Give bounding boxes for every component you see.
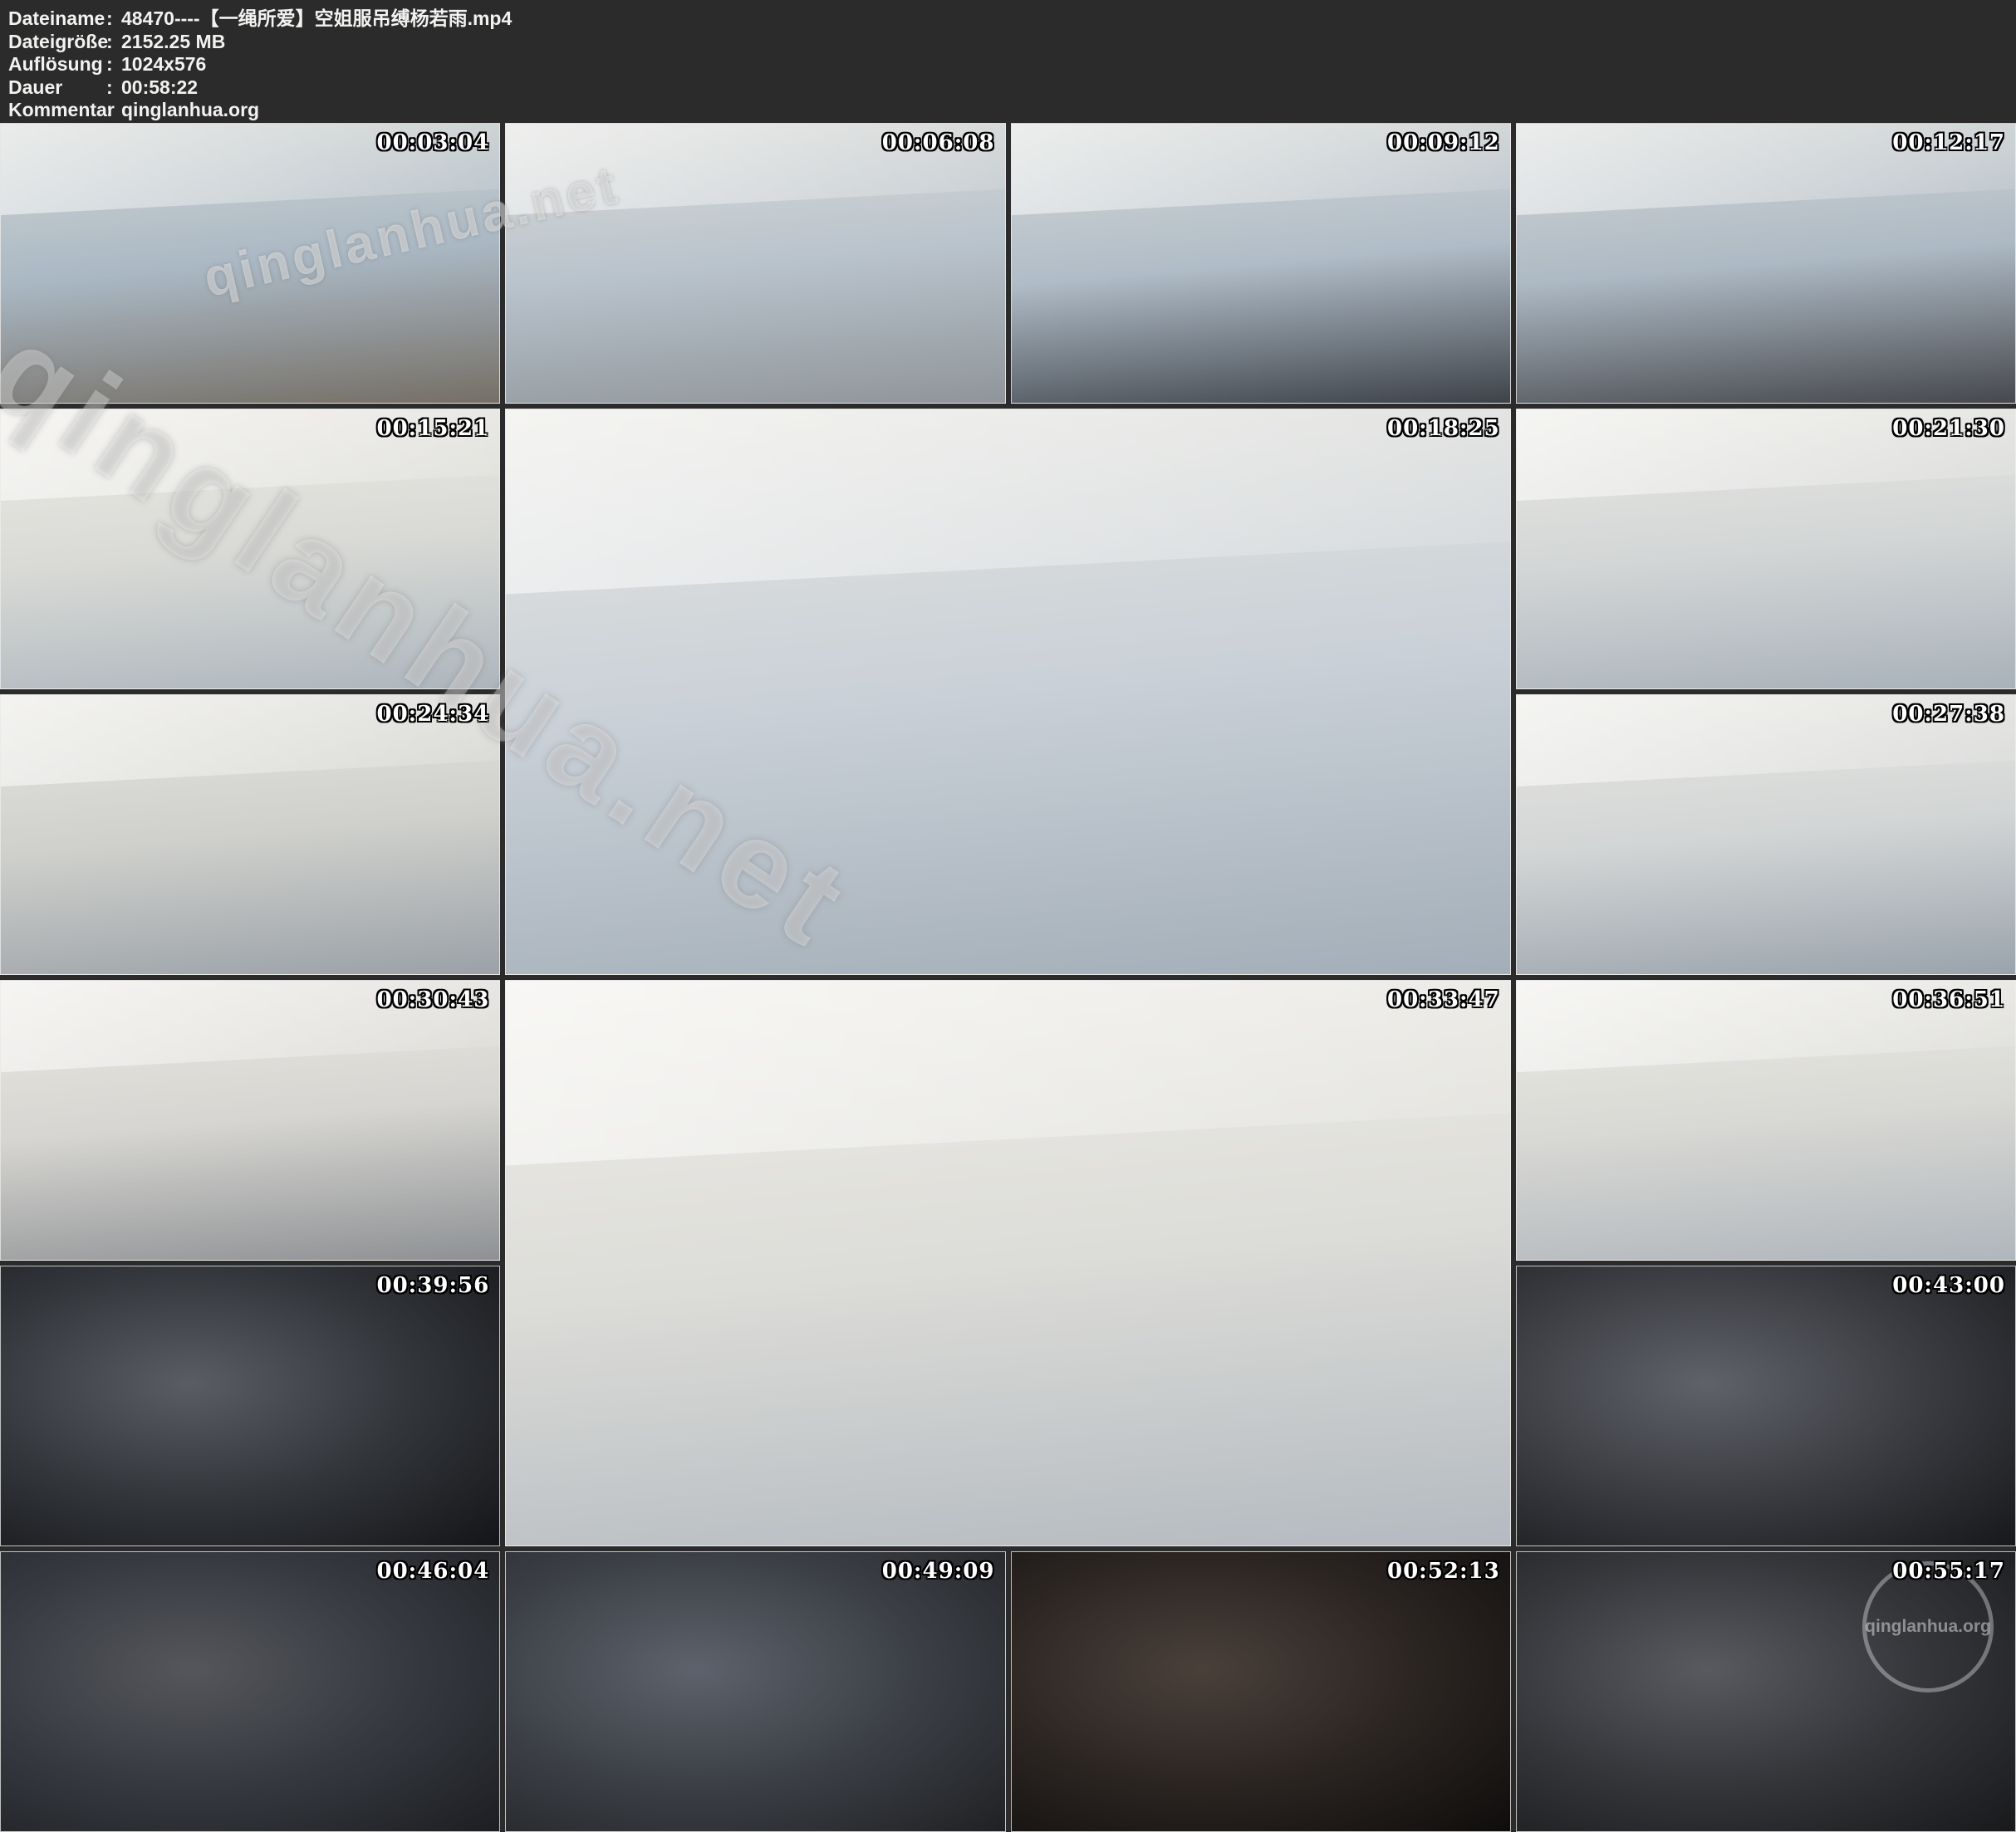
video-thumbnail: 00:06:08: [505, 123, 1005, 404]
file-info-row-filesize: Dateigröße : 2152.25 MB: [8, 31, 2016, 54]
field-separator: :: [106, 76, 121, 100]
field-label: Auflösung: [8, 53, 106, 76]
timestamp-overlay: 00:33:47: [1387, 987, 1500, 1012]
contact-sheet-page: { "page": { "bg": "#2b2b2b" }, "header":…: [0, 0, 2016, 1832]
video-thumbnail: 00:39:56: [0, 1266, 500, 1546]
timestamp-overlay: 00:15:21: [377, 416, 490, 441]
file-info-row-comment: Kommentar : qinglanhua.org: [8, 99, 2016, 122]
field-separator: :: [106, 7, 121, 31]
timestamp-overlay: 00:21:30: [1892, 416, 2005, 441]
video-thumbnail: 00:43:00: [1516, 1266, 2016, 1546]
file-info-row-filename: Dateiname : 48470----【一绳所爱】空姐服吊缚杨若雨.mp4: [8, 7, 2016, 31]
video-thumbnail: 00:46:04: [0, 1551, 500, 1832]
timestamp-overlay: 00:18:25: [1387, 416, 1500, 441]
video-thumbnail: 00:09:12: [1011, 123, 1511, 404]
field-value-resolution: 1024x576: [121, 53, 2016, 76]
timestamp-overlay: 00:49:09: [882, 1559, 995, 1584]
video-thumbnail: 00:24:34: [0, 694, 500, 975]
timestamp-overlay: 00:46:04: [377, 1559, 490, 1584]
timestamp-overlay: 00:24:34: [377, 702, 490, 727]
field-separator: :: [106, 31, 121, 54]
field-value-filename: 48470----【一绳所爱】空姐服吊缚杨若雨.mp4: [121, 7, 2016, 31]
video-thumbnail: 00:30:43: [0, 980, 500, 1261]
field-separator: :: [106, 53, 121, 76]
video-thumbnail-large: 00:33:47: [505, 980, 1511, 1546]
timestamp-overlay: 00:52:13: [1387, 1559, 1500, 1584]
timestamp-overlay: 00:36:51: [1892, 987, 2005, 1012]
field-value-filesize: 2152.25 MB: [121, 31, 2016, 54]
video-thumbnail: 00:52:13: [1011, 1551, 1511, 1832]
field-label: Dateigröße: [8, 31, 106, 54]
field-label: Kommentar: [8, 99, 106, 122]
field-value-comment: qinglanhua.org: [121, 99, 2016, 122]
field-label: Dateiname: [8, 7, 106, 31]
field-separator: :: [106, 99, 121, 122]
video-thumbnail: 00:27:38: [1516, 694, 2016, 975]
timestamp-overlay: 00:09:12: [1387, 130, 1500, 155]
timestamp-overlay: 00:30:43: [377, 987, 490, 1012]
video-thumbnail: 00:15:21: [0, 409, 500, 689]
video-thumbnail: 00:03:04: [0, 123, 500, 404]
video-thumbnail: 00:21:30: [1516, 409, 2016, 689]
timestamp-overlay: 00:12:17: [1892, 130, 2005, 155]
video-thumbnail: 00:12:17: [1516, 123, 2016, 404]
file-info-row-resolution: Auflösung : 1024x576: [8, 53, 2016, 76]
timestamp-overlay: 00:27:38: [1892, 702, 2005, 727]
field-label: Dauer: [8, 76, 106, 100]
video-thumbnail: 00:49:09: [505, 1551, 1005, 1832]
file-info-header: Dateiname : 48470----【一绳所爱】空姐服吊缚杨若雨.mp4 …: [0, 0, 2016, 123]
video-thumbnail-large: 00:18:25: [505, 409, 1511, 975]
timestamp-overlay: 00:43:00: [1892, 1273, 2005, 1298]
timestamp-overlay: 00:03:04: [377, 130, 490, 155]
file-info-row-duration: Dauer : 00:58:22: [8, 76, 2016, 100]
timestamp-overlay: 00:06:08: [882, 130, 995, 155]
video-thumbnail: 00:55:17: [1516, 1551, 2016, 1832]
timestamp-overlay: 00:55:17: [1892, 1559, 2005, 1584]
field-value-duration: 00:58:22: [121, 76, 2016, 100]
video-thumbnail: 00:36:51: [1516, 980, 2016, 1261]
timestamp-overlay: 00:39:56: [377, 1273, 490, 1298]
thumbnail-grid: 00:03:04 00:06:08 00:09:12 00:12:17 00:1…: [0, 123, 2016, 1832]
